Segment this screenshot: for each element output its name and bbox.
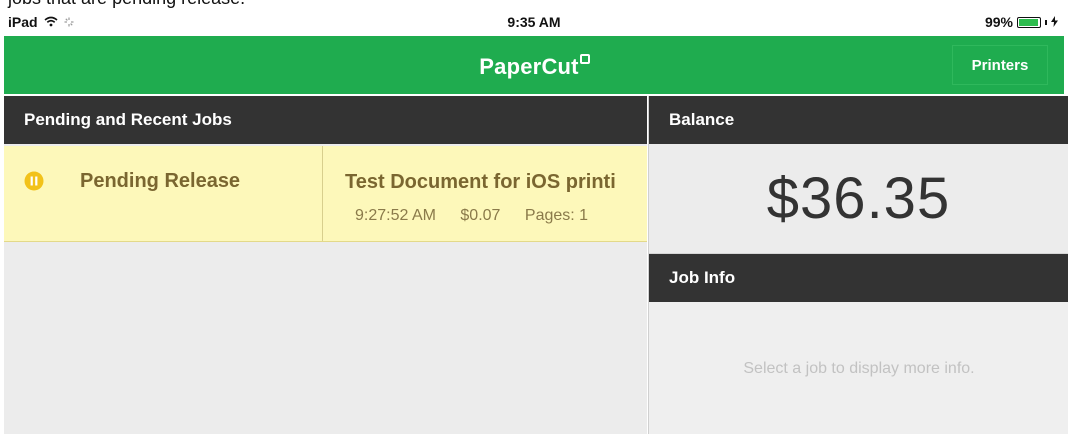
papercut-logo: PaperCut	[4, 54, 1064, 80]
balance-box: $36.35	[649, 144, 1068, 254]
row-divider	[322, 146, 323, 241]
job-pages: Pages: 1	[524, 207, 589, 224]
jobs-panel: Pending and Recent Jobs Pending Release …	[4, 96, 647, 434]
pause-icon	[24, 171, 44, 191]
job-row[interactable]: Pending Release Test Document for iOS pr…	[4, 146, 647, 242]
battery-tip	[1045, 19, 1047, 25]
balance-value: $36.35	[766, 166, 951, 231]
job-time: 9:27:52 AM	[355, 207, 436, 224]
logo-mark-icon	[579, 54, 590, 64]
job-cost: $0.07	[460, 207, 501, 224]
battery-fill	[1019, 18, 1038, 26]
job-title: Test Document for iOS printi	[345, 171, 616, 193]
charging-icon	[1051, 14, 1058, 30]
balance-header: Balance	[649, 96, 1068, 144]
status-time: 9:35 AM	[507, 14, 561, 30]
status-right: 99%	[985, 14, 1058, 30]
status-bar: iPad 9:35 AM 99%	[0, 11, 1068, 35]
info-panel: Balance $36.35 Job Info Select a job to …	[648, 96, 1068, 434]
logo-text: PaperCut	[479, 54, 579, 79]
battery-percent: 99%	[984, 14, 1013, 30]
top-caption: jobs that are pending release.	[8, 0, 245, 9]
job-status: Pending Release	[80, 170, 241, 192]
job-info-placeholder: Select a job to display more info.	[743, 360, 975, 377]
job-info-body: Select a job to display more info.	[649, 302, 1068, 434]
job-info-header: Job Info	[649, 254, 1068, 302]
job-meta: 9:27:52 AM $0.07 Pages: 1	[355, 207, 608, 225]
nav-bar: PaperCut Printers	[4, 36, 1064, 94]
jobs-panel-header: Pending and Recent Jobs	[4, 96, 647, 144]
battery-icon	[1017, 16, 1041, 28]
printers-button[interactable]: Printers	[952, 45, 1048, 85]
